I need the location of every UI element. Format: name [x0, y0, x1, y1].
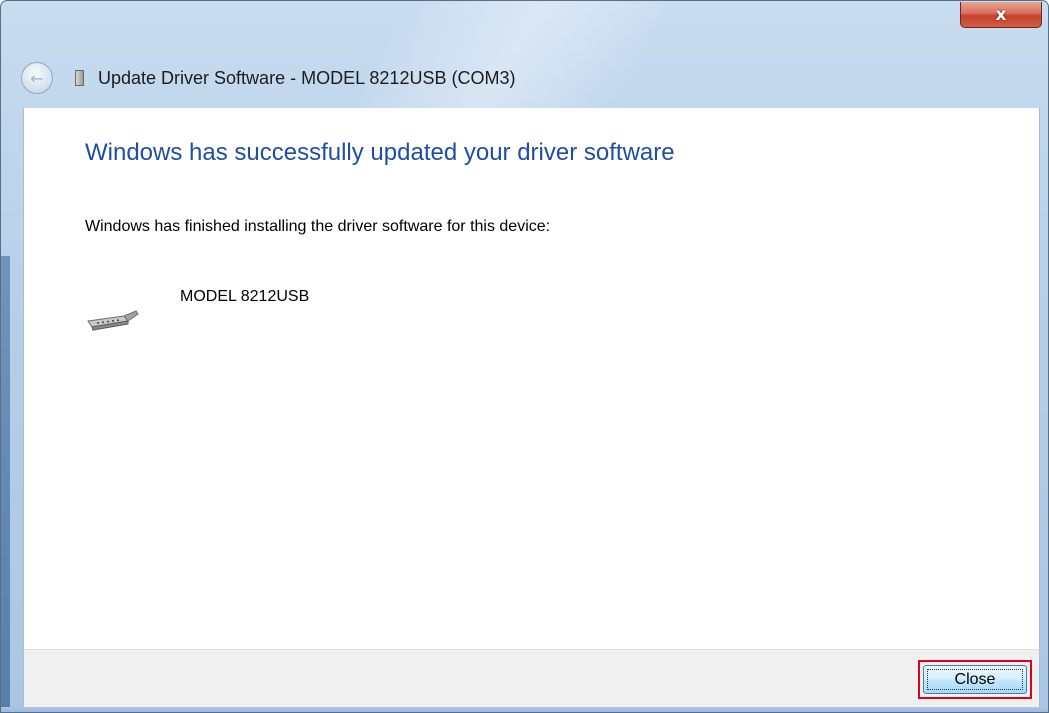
page-title: Windows has successfully updated your dr… [85, 139, 675, 166]
device-name: MODEL 8212USB [180, 288, 310, 305]
window-frame-edge [1, 256, 10, 712]
window-close-button[interactable]: x [960, 2, 1042, 28]
back-button[interactable]: ← [21, 62, 53, 94]
close-icon: x [995, 4, 1007, 25]
title-bar: ← Update Driver Software - MODEL 8212USB… [21, 60, 515, 96]
serial-port-icon [87, 310, 139, 331]
update-driver-window: x ← Update Driver Software - MODEL 8212U… [0, 0, 1049, 713]
close-button-highlight: Close [918, 660, 1032, 699]
content-pane: Windows has successfully updated your dr… [23, 108, 1040, 649]
device-icon [75, 70, 84, 86]
back-arrow-icon: ← [30, 68, 44, 88]
close-button[interactable]: Close [923, 665, 1027, 694]
status-message: Windows has finished installing the driv… [85, 218, 551, 235]
window-title: Update Driver Software - MODEL 8212USB (… [98, 67, 516, 88]
button-bar: Close [23, 649, 1040, 707]
window-frame-bottom [1, 707, 1048, 712]
